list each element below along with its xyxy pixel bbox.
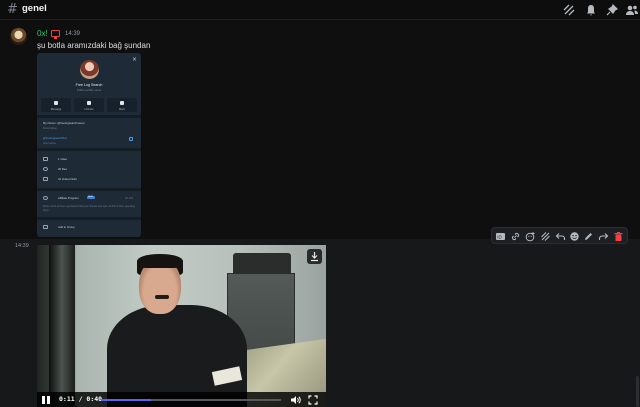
stat-links: 31 shared links — [58, 177, 77, 181]
scrollbar[interactable] — [636, 376, 639, 407]
divider — [37, 115, 141, 118]
hashtag-icon: # — [7, 2, 18, 17]
message-timestamp: 14:39 — [65, 31, 81, 37]
channel-name: genel — [22, 3, 47, 14]
bot-handle: @freelogsearchbot — [43, 136, 67, 140]
video-time-separator: / — [78, 395, 83, 403]
channel-header: # genel — [0, 0, 640, 20]
message-icon — [54, 101, 58, 105]
bot-subtitle: 1100 monthly users — [76, 88, 102, 92]
monitor-icon — [51, 30, 60, 39]
card-button-label: Message — [50, 108, 62, 111]
card-more-button: More — [107, 98, 137, 112]
volume-icon[interactable] — [290, 395, 302, 405]
more-icon — [120, 101, 124, 105]
video-attachment[interactable]: 0:11 / 0:40 — [37, 245, 326, 407]
new-badge-label: NEW — [88, 196, 94, 198]
add-group-icon — [43, 225, 48, 229]
message-timestamp: 14:39 — [15, 243, 29, 249]
video-progress-bar[interactable] — [101, 399, 281, 401]
owner-line: My Owner: @freelogsearchowner — [43, 121, 85, 125]
video-time: 0:11 / 0:40 — [59, 395, 102, 403]
bot-avatar — [80, 60, 99, 79]
stat-files: 20 files — [58, 167, 67, 171]
video-frame-door — [49, 245, 75, 407]
card-button-label: More — [119, 108, 125, 111]
delete-icon[interactable] — [613, 231, 624, 242]
divider — [37, 217, 141, 220]
card-button-label: Unmute — [84, 108, 94, 111]
stat-videos: 1 video — [58, 157, 68, 161]
affiliate-label: Affiliate Program — [58, 196, 79, 200]
threads-icon[interactable] — [540, 231, 551, 242]
reply-icon[interactable] — [555, 231, 566, 242]
file-icon — [43, 167, 48, 171]
pin-icon[interactable] — [605, 3, 619, 17]
video-duration: 0:40 — [86, 395, 103, 403]
affiliate-description: Share a link to Free Log Search with you… — [43, 205, 135, 212]
link-icon — [43, 177, 48, 181]
handle-caption: Username — [43, 141, 56, 145]
close-icon: × — [131, 56, 137, 63]
video-current-time: 0:11 — [59, 395, 75, 403]
download-icon — [311, 252, 318, 262]
emoji-icon[interactable] — [569, 231, 580, 242]
divider — [37, 188, 141, 191]
divider — [37, 148, 141, 151]
id-icon[interactable]: ID — [495, 231, 506, 242]
new-badge: NEW — [87, 196, 95, 199]
download-button[interactable] — [307, 249, 322, 264]
threads-icon[interactable] — [562, 3, 576, 17]
share-icon — [43, 196, 48, 200]
bot-name: Free Log Search — [75, 83, 103, 87]
video-frame-hair-top — [137, 254, 183, 268]
affiliate-value: 10.3% — [125, 196, 133, 200]
edit-icon[interactable] — [583, 231, 594, 242]
pause-button[interactable] — [42, 396, 50, 404]
card-message-button: Message — [41, 98, 71, 112]
message-text: şu botla aramızdaki bağ şundan — [37, 41, 151, 50]
fullscreen-icon[interactable] — [308, 395, 318, 405]
owner-caption: Description — [43, 126, 57, 130]
video-progress-fill — [101, 399, 151, 401]
message-image-attachment[interactable]: × Free Log Search 1100 monthly users Mes… — [37, 53, 141, 237]
bell-icon — [87, 101, 91, 105]
members-icon[interactable] — [625, 3, 639, 17]
link-icon[interactable] — [510, 231, 521, 242]
message-actions-toolbar: ID — [491, 227, 628, 244]
emoji-reaction-icon[interactable] — [525, 231, 536, 242]
qr-icon — [129, 137, 133, 141]
add-to-group: Add to Group — [58, 225, 75, 229]
user-avatar[interactable] — [10, 28, 27, 45]
bell-icon[interactable] — [584, 3, 598, 17]
video-icon — [43, 157, 48, 161]
card-unmute-button: Unmute — [74, 98, 104, 112]
message-username[interactable]: 0x! — [37, 29, 48, 38]
svg-text:ID: ID — [497, 235, 502, 240]
video-controls: 0:11 / 0:40 — [37, 392, 326, 407]
video-frame-moustache — [155, 295, 169, 299]
forward-icon[interactable] — [598, 231, 609, 242]
